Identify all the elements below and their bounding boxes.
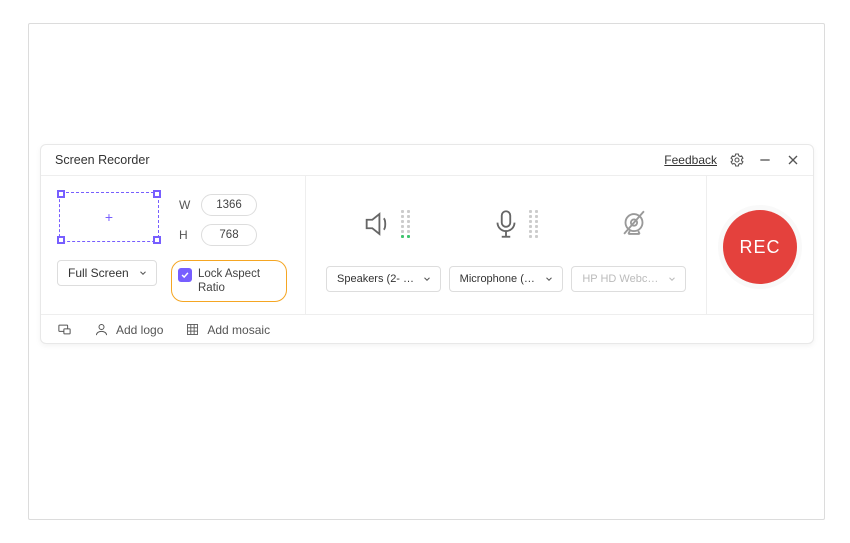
header: Screen Recorder Feedback bbox=[41, 145, 813, 175]
lock-aspect-label: Lock Aspect Ratio bbox=[198, 267, 276, 295]
microphone-level-icon bbox=[529, 210, 538, 238]
recorder-panel: Screen Recorder Feedback bbox=[40, 144, 814, 344]
devices-section: Speakers (2- H… Microphone (2… HP HD Web… bbox=[305, 176, 707, 314]
mosaic-icon bbox=[185, 322, 200, 337]
record-section: REC bbox=[707, 176, 813, 314]
add-mosaic-button[interactable]: Add mosaic bbox=[185, 322, 270, 337]
pip-button[interactable] bbox=[57, 322, 72, 337]
app-frame: Screen Recorder Feedback bbox=[28, 23, 825, 520]
webcam-select[interactable]: HP HD Webca… bbox=[571, 266, 686, 292]
crosshair-icon: + bbox=[105, 210, 113, 224]
lock-aspect-checkbox[interactable] bbox=[178, 268, 192, 282]
minimize-icon[interactable] bbox=[757, 152, 773, 168]
lock-aspect-container: Lock Aspect Ratio bbox=[171, 260, 287, 302]
app-title: Screen Recorder bbox=[55, 153, 150, 167]
body: + W 1366 H 768 Ful bbox=[41, 175, 813, 315]
feedback-link[interactable]: Feedback bbox=[664, 153, 717, 167]
width-input[interactable]: 1366 bbox=[201, 194, 257, 216]
chevron-down-icon bbox=[544, 274, 554, 284]
height-input[interactable]: 768 bbox=[201, 224, 257, 246]
speaker-level-icon bbox=[401, 210, 410, 238]
chevron-down-icon bbox=[422, 274, 432, 284]
size-fields: W 1366 H 768 bbox=[179, 190, 257, 246]
speaker-toggle[interactable] bbox=[361, 207, 410, 241]
person-icon bbox=[94, 322, 109, 337]
speaker-select[interactable]: Speakers (2- H… bbox=[326, 266, 441, 292]
chevron-down-icon bbox=[667, 274, 677, 284]
microphone-toggle[interactable] bbox=[489, 207, 538, 241]
webcam-toggle[interactable] bbox=[617, 207, 651, 241]
header-controls: Feedback bbox=[664, 152, 801, 168]
microphone-select[interactable]: Microphone (2… bbox=[449, 266, 564, 292]
settings-icon[interactable] bbox=[729, 152, 745, 168]
capture-mode-select[interactable]: Full Screen bbox=[57, 260, 157, 286]
capture-section: + W 1366 H 768 Ful bbox=[41, 176, 305, 314]
add-logo-button[interactable]: Add logo bbox=[94, 322, 163, 337]
width-label: W bbox=[179, 198, 193, 212]
close-icon[interactable] bbox=[785, 152, 801, 168]
add-mosaic-label: Add mosaic bbox=[207, 323, 270, 337]
chevron-down-icon bbox=[138, 268, 148, 278]
capture-region-selector[interactable]: + bbox=[57, 190, 161, 244]
height-label: H bbox=[179, 228, 193, 242]
record-button[interactable]: REC bbox=[723, 210, 797, 284]
add-logo-label: Add logo bbox=[116, 323, 163, 337]
footer: Add logo Add mosaic bbox=[41, 315, 813, 344]
